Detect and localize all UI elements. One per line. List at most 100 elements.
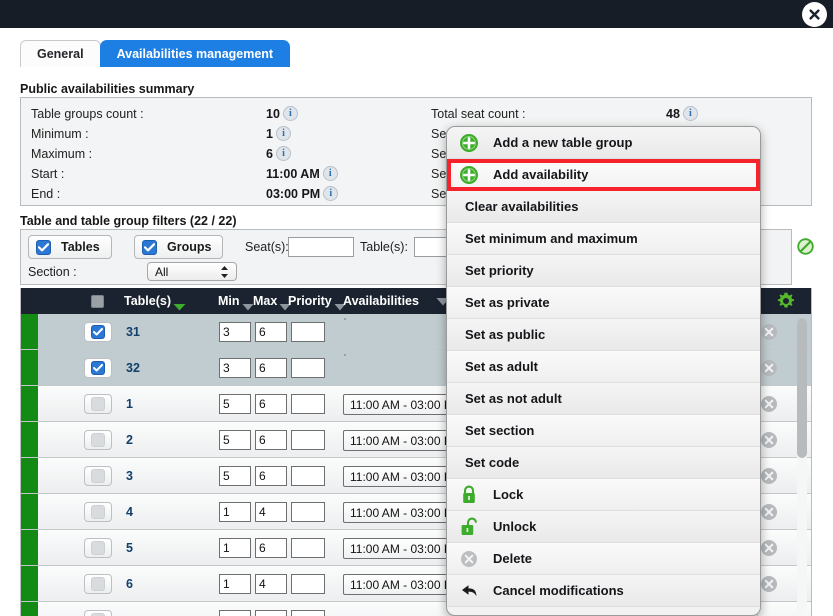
row-priority-input[interactable] <box>291 538 325 558</box>
info-icon[interactable]: i <box>682 106 698 121</box>
row-min-input[interactable] <box>219 538 251 558</box>
sort-arrow-icon <box>242 294 254 311</box>
row-max-input[interactable] <box>255 538 287 558</box>
window-titlebar <box>0 0 833 28</box>
row-min-input[interactable] <box>219 430 251 450</box>
info-icon[interactable]: i <box>323 186 339 201</box>
grid-settings-gear-button[interactable] <box>777 292 795 313</box>
summary-row-value: 03:00 PM <box>266 186 321 201</box>
row-select-checkbox[interactable] <box>84 358 112 378</box>
row-priority-input[interactable] <box>291 394 325 414</box>
tab-availabilities-management[interactable]: Availabilities management <box>99 40 291 67</box>
row-min-input[interactable] <box>219 610 251 616</box>
info-icon[interactable]: i <box>275 126 291 141</box>
sort-descending-icon <box>173 294 186 311</box>
context-menu-item-set-code[interactable]: Set code <box>447 447 760 479</box>
row-table-number: 3 <box>126 468 133 483</box>
row-max-input[interactable] <box>255 430 287 450</box>
tables-checkbox[interactable] <box>36 239 51 255</box>
context-menu-item-cancel-modifications[interactable]: Cancel modifications <box>447 575 760 607</box>
grid-header-availabilities[interactable]: Availabilities <box>343 294 419 308</box>
groups-checkbox[interactable] <box>142 239 157 255</box>
delete-circle-icon <box>459 549 479 569</box>
row-select-checkbox[interactable] <box>84 610 112 616</box>
summary-row-label: Minimum : <box>31 126 89 141</box>
row-select-checkbox[interactable] <box>84 394 112 414</box>
row-delete-button[interactable] <box>760 539 778 557</box>
row-delete-button[interactable] <box>760 431 778 449</box>
grid-header-select-all[interactable] <box>91 294 104 308</box>
context-menu-item-unlock[interactable]: Unlock <box>447 511 760 543</box>
row-select-checkbox[interactable] <box>84 322 112 342</box>
row-delete-button[interactable] <box>760 503 778 521</box>
info-icon[interactable]: i <box>275 146 291 161</box>
context-menu-item-set-as-public[interactable]: Set as public <box>447 319 760 351</box>
grid-header-priority[interactable]: Priority <box>288 294 346 311</box>
context-menu-item-set-as-private[interactable]: Set as private <box>447 287 760 319</box>
filter-toggle-groups[interactable]: Groups <box>134 235 224 259</box>
row-min-input[interactable] <box>219 502 251 522</box>
row-priority-input[interactable] <box>291 610 325 616</box>
no-entry-icon[interactable] <box>797 238 814 255</box>
row-max-input[interactable] <box>255 358 287 378</box>
row-delete-button[interactable] <box>760 323 778 341</box>
tab-general[interactable]: General <box>20 40 101 67</box>
row-max-input[interactable] <box>255 394 287 414</box>
seats-filter-input[interactable] <box>288 237 354 257</box>
row-priority-input[interactable] <box>291 430 325 450</box>
row-delete-button[interactable] <box>760 395 778 413</box>
grid-header-max[interactable]: Max <box>253 294 291 311</box>
row-select-checkbox[interactable] <box>84 574 112 594</box>
row-priority-input[interactable] <box>291 322 325 342</box>
section-filter-select[interactable]: All <box>147 262 237 281</box>
row-select-checkbox[interactable] <box>84 430 112 450</box>
seats-filter-label: Seat(s): <box>245 240 289 254</box>
row-min-input[interactable] <box>219 574 251 594</box>
row-priority-input[interactable] <box>291 574 325 594</box>
row-delete-button[interactable] <box>760 359 778 377</box>
context-menu-item-set-section[interactable]: Set section <box>447 415 760 447</box>
row-priority-input[interactable] <box>291 502 325 522</box>
close-button[interactable] <box>802 2 827 27</box>
context-menu-item-lock[interactable]: Lock <box>447 479 760 511</box>
select-all-checkbox[interactable] <box>91 294 104 308</box>
row-select-checkbox[interactable] <box>84 502 112 522</box>
row-min-input[interactable] <box>219 358 251 378</box>
context-menu-item-clear-availabilities[interactable]: Clear availabilities <box>447 191 760 223</box>
row-min-input[interactable] <box>219 394 251 414</box>
context-menu-item-label: Unlock <box>493 519 537 534</box>
row-max-input[interactable] <box>255 322 287 342</box>
filter-toggle-tables[interactable]: Tables <box>28 235 112 259</box>
delete-circle-icon <box>761 360 777 376</box>
row-delete-button[interactable] <box>760 575 778 593</box>
grid-header-max-label: Max <box>253 294 278 308</box>
context-menu-item-set-as-not-adult[interactable]: Set as not adult <box>447 383 760 415</box>
row-max-input[interactable] <box>255 574 287 594</box>
context-menu-item-set-minimum-and-maximum[interactable]: Set minimum and maximum <box>447 223 760 255</box>
row-select-checkbox[interactable] <box>84 538 112 558</box>
lock-closed-icon <box>459 485 479 505</box>
grid-header-tables[interactable]: Table(s) <box>124 294 186 311</box>
row-delete-button[interactable] <box>760 467 778 485</box>
info-icon[interactable]: i <box>282 106 298 121</box>
grid-header-min[interactable]: Min <box>218 294 254 311</box>
row-priority-input[interactable] <box>291 466 325 486</box>
summary-row-value: 10 <box>266 106 280 121</box>
context-menu-item-delete[interactable]: Delete <box>447 543 760 575</box>
grid-scrollbar-thumb[interactable] <box>797 318 807 458</box>
row-max-input[interactable] <box>255 610 287 616</box>
context-menu-item-set-priority[interactable]: Set priority <box>447 255 760 287</box>
unchecked-box-icon <box>91 433 105 447</box>
row-max-input[interactable] <box>255 502 287 522</box>
row-min-input[interactable] <box>219 466 251 486</box>
info-icon[interactable]: i <box>322 166 338 181</box>
row-max-input[interactable] <box>255 466 287 486</box>
row-min-input[interactable] <box>219 322 251 342</box>
row-select-checkbox[interactable] <box>84 466 112 486</box>
context-menu-item-add-a-new-table-group[interactable]: Add a new table group <box>447 127 760 159</box>
context-menu-item-label: Set priority <box>465 263 534 278</box>
context-menu-item-add-availability[interactable]: Add availability <box>447 159 760 191</box>
row-priority-input[interactable] <box>291 358 325 378</box>
context-menu-item-set-as-adult[interactable]: Set as adult <box>447 351 760 383</box>
grid-scrollbar-track[interactable] <box>797 318 807 612</box>
